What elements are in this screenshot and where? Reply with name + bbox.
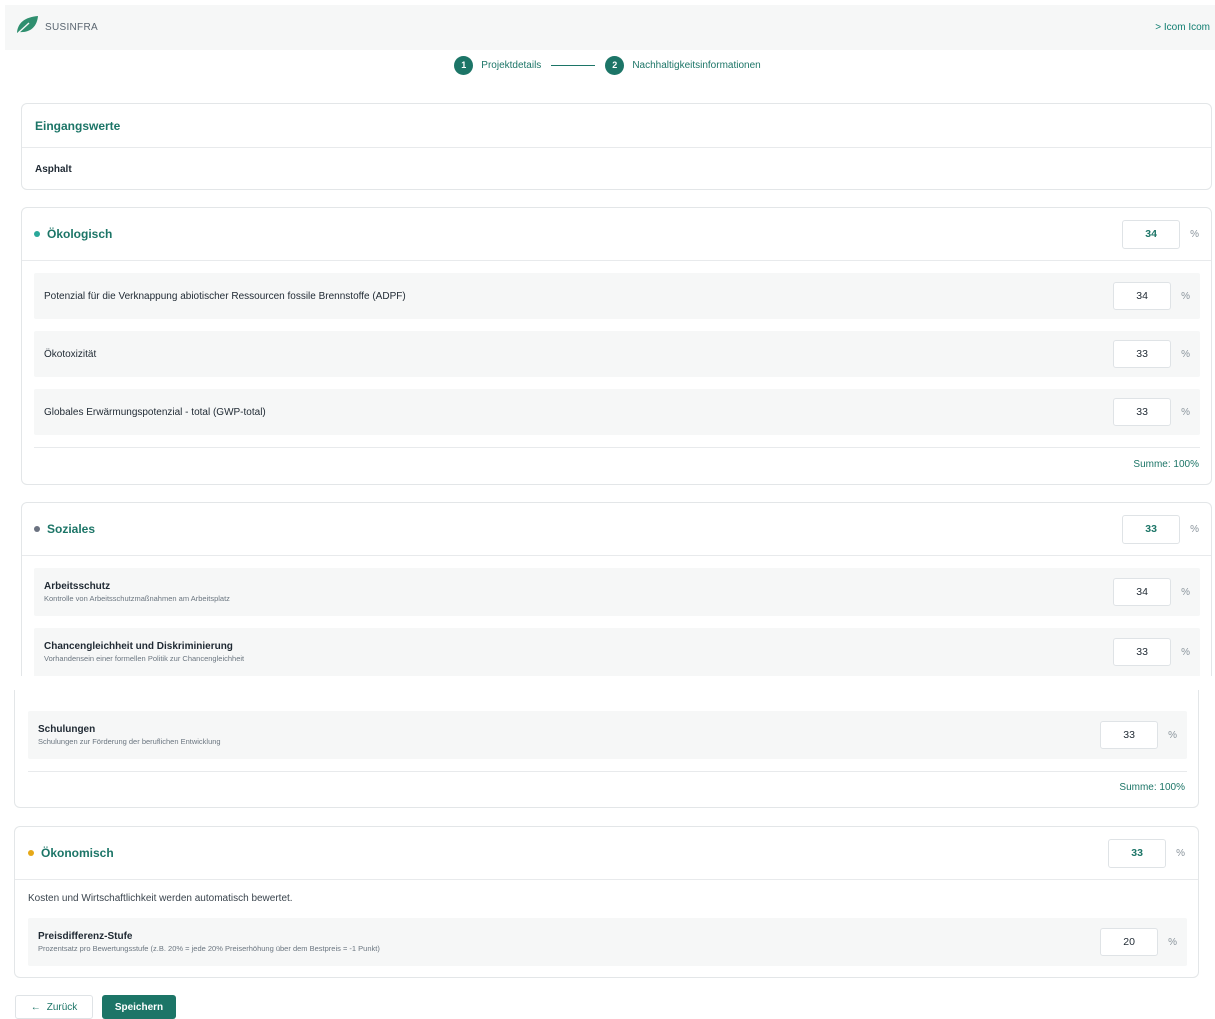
- card-header: Ökonomisch 33 %: [15, 827, 1198, 880]
- percent-sign: %: [1176, 847, 1185, 859]
- card-title: Soziales: [34, 522, 95, 536]
- indicator-label: Schulungen: [38, 724, 96, 735]
- indicator-row: Arbeitsschutz Kontrolle von Arbeitsschutz…: [34, 568, 1200, 616]
- category-weight: 34 %: [1122, 219, 1199, 249]
- indicator-row: Schulungen Schulungen zur Förderung der b…: [28, 711, 1187, 759]
- percent-sign: %: [1181, 586, 1190, 598]
- user-menu[interactable]: > Icom Icom: [1155, 22, 1210, 33]
- indicator-row: Preisdifferenz-Stufe Prozentsatz pro Bewe…: [28, 918, 1187, 966]
- indicator-weight-input[interactable]: 33: [1100, 721, 1159, 749]
- top-bar: SUSINFRA > Icom Icom: [5, 5, 1215, 50]
- divider: [34, 447, 1200, 448]
- sum-label: Summe: 100%: [1133, 459, 1199, 470]
- indicator-label: Chancengleichheit und Diskriminierung: [44, 641, 233, 652]
- save-label: Speichern: [114, 1001, 164, 1013]
- category-weight: 33 %: [1108, 838, 1185, 868]
- stepper: 1 Projektdetails 2 Nachhaltigkeitsinform…: [0, 54, 1215, 76]
- step-label: Nachhaltigkeitsinformationen: [632, 59, 761, 71]
- indicator-label: Globales Erwärmungspotenzial - total (GW…: [44, 406, 266, 418]
- soziales-card: Soziales 33 % Arbeitsschutz Kontrolle von…: [21, 502, 1212, 676]
- card-title: Ökonomisch: [28, 846, 114, 860]
- indicator-weight-input[interactable]: 33: [1113, 398, 1172, 426]
- brand[interactable]: SUSINFRA: [15, 15, 98, 40]
- indicator-row: Potenzial für die Verknappung abiotische…: [34, 273, 1200, 319]
- card-header: Ökologisch 34 %: [22, 208, 1211, 261]
- step-label: Projektdetails: [481, 59, 542, 71]
- category-dot-icon: [28, 850, 34, 856]
- indicator-label: Arbeitsschutz: [44, 581, 111, 592]
- brand-name: SUSINFRA: [45, 22, 98, 33]
- percent-sign: %: [1190, 523, 1199, 535]
- oekologisch-card: Ökologisch 34 % Potenzial für die Verkna…: [21, 207, 1212, 485]
- percent-sign: %: [1168, 936, 1177, 948]
- divider: [28, 771, 1187, 772]
- card-title-text: Soziales: [47, 522, 96, 536]
- weight-input[interactable]: 34: [1122, 219, 1181, 249]
- sum-label: Summe: 100%: [1119, 782, 1185, 793]
- category-dot-icon: [34, 231, 40, 237]
- leaf-logo-icon: [15, 15, 39, 40]
- indicator-description: Vorhandensein einer formellen Politik zu…: [44, 654, 245, 663]
- percent-sign: %: [1190, 228, 1199, 240]
- auto-evaluation-note: Kosten und Wirtschaftlichkeit werden aut…: [28, 893, 293, 904]
- indicator-label: Potenzial für die Verknappung abiotische…: [44, 290, 406, 302]
- category-weight: 33 %: [1122, 514, 1199, 544]
- percent-sign: %: [1181, 290, 1190, 302]
- back-button[interactable]: ← Zurück: [15, 995, 93, 1019]
- indicator-description: Kontrolle von Arbeitsschutzmaßnahmen am …: [44, 594, 230, 603]
- price-step-input[interactable]: 20: [1100, 928, 1159, 956]
- category-dot-icon: [34, 526, 40, 532]
- step-number: 1: [454, 55, 474, 75]
- eingangswerte-card: Eingangswerte Asphalt: [21, 103, 1212, 190]
- card-title-text: Ökonomisch: [41, 846, 114, 860]
- step-projektdetails[interactable]: 1 Projektdetails: [454, 55, 542, 75]
- indicator-description: Schulungen zur Förderung der beruflichen…: [38, 737, 221, 746]
- indicator-weight-input[interactable]: 33: [1113, 638, 1172, 666]
- indicator-weight-input[interactable]: 34: [1113, 578, 1172, 606]
- oekonomisch-card: Ökonomisch 33 % Kosten und Wirtschaftlic…: [14, 826, 1199, 978]
- percent-sign: %: [1168, 729, 1177, 741]
- percent-sign: %: [1181, 406, 1190, 418]
- card-title: Eingangswerte: [35, 118, 121, 133]
- back-label: Zurück: [46, 1001, 78, 1013]
- indicator-weight-input[interactable]: 34: [1113, 282, 1172, 310]
- indicator-label: Ökotoxizität: [44, 348, 97, 360]
- indicator-description: Prozentsatz pro Bewertungsstufe (z.B. 20…: [38, 944, 380, 953]
- step-nachhaltigkeit[interactable]: 2 Nachhaltigkeitsinformationen: [605, 55, 761, 75]
- weight-input[interactable]: 33: [1122, 514, 1181, 544]
- card-title: Ökologisch: [34, 227, 112, 241]
- card-header: Eingangswerte: [22, 104, 1211, 148]
- step-connector: [551, 64, 596, 66]
- indicator-row: Ökotoxizität 33%: [34, 331, 1200, 377]
- indicator-row: Chancengleichheit und Diskriminierung Vor…: [34, 628, 1200, 676]
- arrow-left-icon: ←: [30, 1001, 41, 1013]
- card-title-text: Ökologisch: [47, 227, 113, 241]
- weight-input[interactable]: 33: [1108, 838, 1167, 868]
- percent-sign: %: [1181, 646, 1190, 658]
- card-header: Soziales 33 %: [22, 503, 1211, 556]
- indicator-label: Preisdifferenz-Stufe: [38, 931, 133, 942]
- soziales-card-continued: Schulungen Schulungen zur Förderung der b…: [14, 690, 1199, 808]
- percent-sign: %: [1181, 348, 1190, 360]
- material-value: Asphalt: [35, 163, 72, 175]
- indicator-weight-input[interactable]: 33: [1113, 340, 1172, 368]
- step-number: 2: [605, 55, 625, 75]
- save-button[interactable]: Speichern: [102, 995, 176, 1019]
- indicator-row: Globales Erwärmungspotenzial - total (GW…: [34, 389, 1200, 435]
